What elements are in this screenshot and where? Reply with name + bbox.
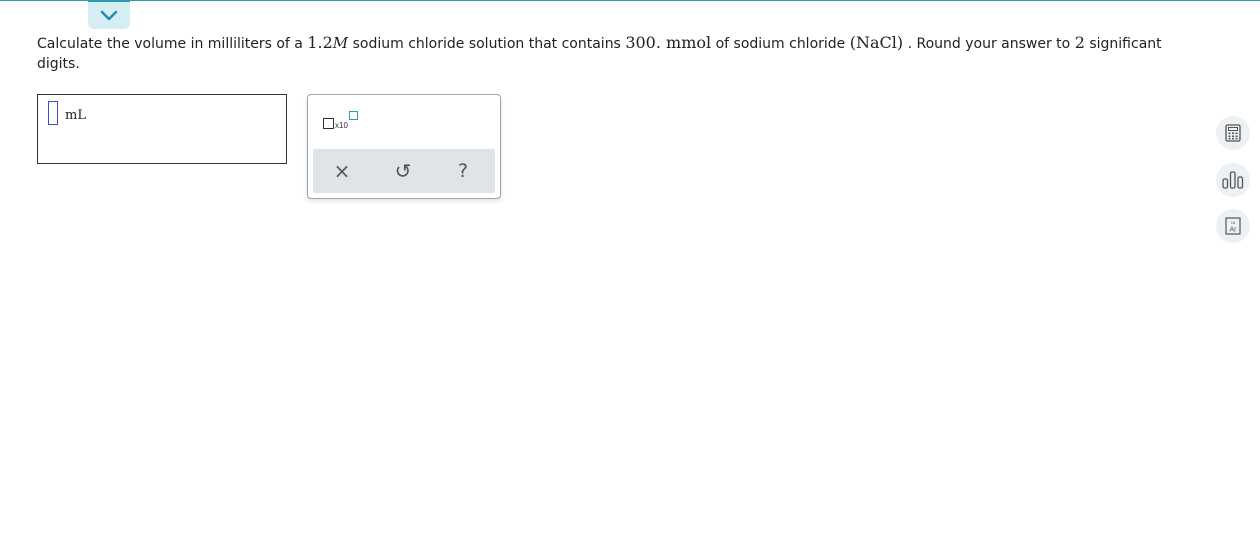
- question-part: of sodium chloride: [711, 36, 850, 52]
- help-button[interactable]: ?: [441, 149, 485, 193]
- question-part: . Round your answer to: [903, 36, 1075, 52]
- close-icon: ×: [333, 159, 351, 183]
- exponent-box-icon: [349, 111, 358, 120]
- sig-figs-value: 2: [1074, 33, 1085, 52]
- top-divider: [0, 0, 1260, 1]
- palette-actions-bar: × ↺ ?: [313, 149, 495, 193]
- scientific-notation-button[interactable]: x10: [323, 110, 363, 134]
- chevron-down-icon: [100, 10, 118, 20]
- amount-value: 300. mmol: [625, 33, 712, 52]
- calculator-icon: [1225, 124, 1241, 142]
- calculator-button[interactable]: [1216, 116, 1250, 150]
- x10-label: x10: [335, 121, 348, 130]
- question-text: Calculate the volume in milliliters of a…: [37, 33, 1197, 74]
- answer-input-box[interactable]: mL: [37, 94, 287, 164]
- answer-unit-label: mL: [65, 108, 86, 123]
- periodic-table-icon: 18 Ar: [1225, 217, 1241, 235]
- question-part: sodium chloride solution that contains: [348, 36, 626, 52]
- periodic-table-button[interactable]: 18 Ar: [1216, 209, 1250, 243]
- question-part: Calculate the volume in milliliters of a: [37, 36, 308, 52]
- concentration-value: 1.2: [307, 33, 333, 52]
- data-button[interactable]: [1216, 163, 1250, 197]
- undo-icon: ↺: [394, 159, 412, 183]
- chemical-formula: (NaCl): [849, 33, 904, 52]
- svg-text:18: 18: [1231, 220, 1236, 225]
- clear-button[interactable]: ×: [320, 149, 364, 193]
- math-palette: x10 × ↺ ?: [307, 94, 501, 199]
- bar-chart-icon: [1222, 171, 1244, 189]
- collapse-toggle-button[interactable]: [88, 0, 130, 29]
- answer-input-field[interactable]: [48, 101, 58, 125]
- undo-button[interactable]: ↺: [381, 149, 425, 193]
- concentration-unit: M: [332, 34, 349, 52]
- help-icon: ?: [457, 160, 469, 182]
- base-box-icon: [323, 118, 334, 129]
- svg-text:Ar: Ar: [1230, 227, 1238, 234]
